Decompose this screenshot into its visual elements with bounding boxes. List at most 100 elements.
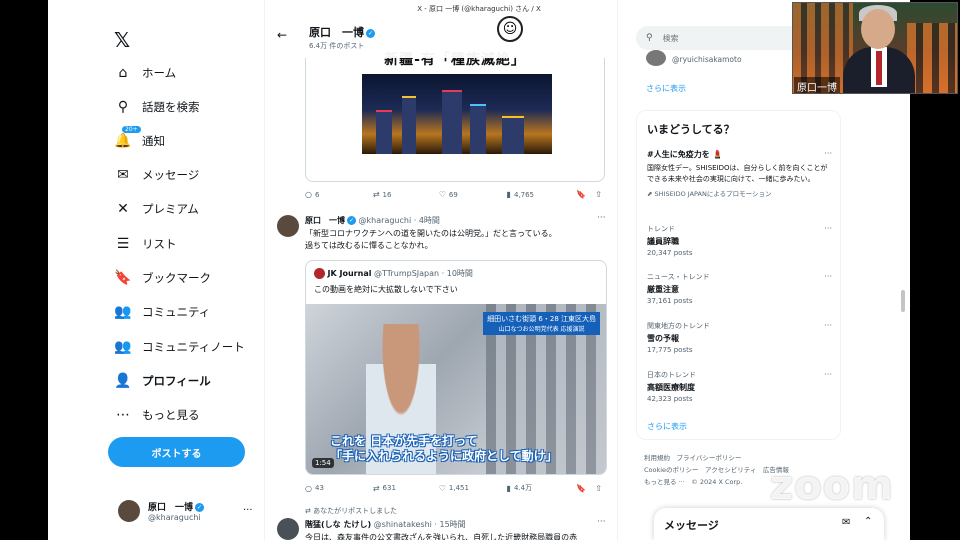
author-name[interactable]: 原口 一博 — [305, 216, 345, 225]
tweet-more-icon[interactable]: ··· — [597, 517, 606, 527]
community-icon: 👥 — [114, 304, 132, 320]
share-button[interactable]: ⇧ — [595, 190, 605, 199]
like-count: 1,451 — [448, 484, 469, 492]
nav-lists[interactable]: ☰ リスト — [114, 232, 177, 256]
bookmark-button[interactable]: 🔖 — [576, 190, 589, 199]
quoted-tweet[interactable]: JK Journal @TTrumpSJapan · 10時間 この動画を絶対に… — [305, 260, 607, 475]
heart-icon: ♡ — [438, 483, 446, 493]
trend-more-icon[interactable]: ··· — [824, 370, 832, 379]
like-button[interactable]: ♡ 1,451 — [439, 484, 507, 493]
trend-name: 高額医療制度 — [647, 383, 695, 392]
avatar[interactable] — [277, 215, 299, 237]
trend-more-icon[interactable]: ··· — [824, 321, 832, 330]
trend-more-icon[interactable]: ··· — [824, 224, 832, 233]
messages-drawer[interactable]: メッセージ ✉ ⌃ — [654, 508, 884, 540]
list-icon: ☰ — [116, 236, 130, 252]
nav-community-notes[interactable]: 👥 コミュニティノート — [114, 335, 245, 359]
show-more-link[interactable]: さらに表示 — [646, 83, 686, 94]
search-icon: ⚲ — [117, 99, 129, 115]
community-notes-icon: 👥 — [114, 339, 132, 355]
trend-name: 雪の予報 — [647, 334, 679, 343]
search-box[interactable]: ⚲ — [636, 26, 811, 50]
suggested-user-handle[interactable]: @ryuichisakamoto — [672, 55, 742, 64]
avatar — [314, 268, 325, 279]
nav-profile[interactable]: 👤 プロフィール — [114, 369, 211, 393]
views-button[interactable]: ▮ 4.4万 — [507, 483, 577, 493]
profile-name: 原口 一博 — [309, 26, 364, 39]
city-night-photo — [362, 74, 552, 154]
browser-window: X - 原口 一博 (@kharaguchi) さん / X 𝕏 ⌂ ホーム ⚲… — [48, 0, 910, 540]
tweet-header: 階猛(しな たけし) @shinatakeshi · 15時間 — [305, 519, 466, 530]
messages-title: メッセージ — [664, 519, 719, 532]
home-icon: ⌂ — [118, 65, 128, 81]
tweet-more-icon[interactable]: ··· — [597, 213, 606, 223]
expand-up-icon[interactable]: ⌃ — [864, 516, 872, 527]
trend-more-icon[interactable]: ··· — [824, 149, 832, 158]
tweet-header: 原口 一博 ✓ @kharaguchi · 4時間 — [305, 215, 440, 226]
promoted-icon: ⬈ — [647, 190, 655, 198]
views-button[interactable]: ▮ 4,765 — [507, 190, 577, 199]
nav-explore[interactable]: ⚲ 話題を検索 — [114, 95, 200, 119]
more-icon: ⋯ — [116, 407, 130, 423]
reply-button[interactable]: ○ 43 — [305, 484, 373, 493]
tweet-image[interactable]: 新疆-有「種族滅絶」 — [305, 42, 605, 182]
nav-bookmarks-label: ブックマーク — [142, 271, 211, 285]
nav-messages-label: メッセージ — [142, 168, 200, 182]
nav-profile-label: プロフィール — [142, 374, 211, 388]
repost-button[interactable]: ⇄ 16 — [373, 190, 439, 199]
like-count: 69 — [448, 190, 458, 199]
nav-premium[interactable]: ✕ プレミアム — [114, 197, 199, 221]
search-input[interactable] — [662, 33, 783, 43]
account-switcher[interactable]: 原口 一博 ✓ @kharaguchi — [118, 500, 205, 522]
promoted-trend[interactable]: #人生に免疫力を 💄 国際女性デー。SHISEIDOは、自分らしく前を向くことが… — [647, 149, 832, 198]
tweet-time[interactable]: · 4時間 — [414, 216, 440, 225]
video-player[interactable]: 細田いさむ街頭 6・28 江東区大島 山口なつお公明党代表 応援演説 これを 日… — [306, 304, 606, 474]
nav-home[interactable]: ⌂ ホーム — [114, 61, 177, 85]
author-name[interactable]: 階猛(しな たけし) — [305, 520, 371, 529]
show-more-link[interactable]: さらに表示 — [647, 421, 687, 432]
trend-item[interactable]: 関東地方のトレンド 雪の予報 17,775 posts ··· — [647, 321, 832, 354]
trend-context: トレンド — [647, 225, 675, 233]
x-logo-icon[interactable]: 𝕏 — [114, 28, 130, 52]
video-duration: 1:54 — [312, 458, 334, 468]
trend-item[interactable]: 日本のトレンド 高額医療制度 42,323 posts ··· — [647, 370, 832, 403]
tweet-text: 今日は、森友事件の公文書改ざんを強いられ、自死した近畿財務局職員の赤 — [305, 533, 578, 540]
trend-item[interactable]: ニュース・トレンド 厳重注意 37,161 posts ··· — [647, 272, 832, 305]
reply-button[interactable]: ○ 6 — [305, 190, 373, 199]
share-button[interactable]: ⇧ — [595, 484, 605, 493]
share-icon: ⇧ — [595, 190, 602, 199]
nav-messages[interactable]: ✉ メッセージ — [114, 163, 199, 187]
webcam-name-label: 原口一博 — [794, 77, 840, 93]
like-button[interactable]: ♡ 69 — [439, 190, 507, 199]
trend-item[interactable]: トレンド 議員辞職 20,347 posts ··· — [647, 224, 832, 257]
video-banner: 細田いさむ街頭 6・28 江東区大島 山口なつお公明党代表 応援演説 — [483, 312, 600, 335]
bookmark-button[interactable]: 🔖 — [576, 484, 589, 493]
verified-badge-icon: ✓ — [347, 216, 356, 225]
video-caption: これを 日本が先手を打って 「手に入れられるように政府として動け」 — [330, 434, 558, 463]
repost-icon: ⇄ — [305, 507, 314, 515]
trend-name: 議員辞職 — [647, 237, 679, 246]
nav-bookmarks[interactable]: 🔖 ブックマーク — [114, 266, 211, 290]
nav-communities[interactable]: 👥 コミュニティ — [114, 300, 210, 324]
nav-explore-label: 話題を検索 — [142, 100, 200, 114]
nav-more[interactable]: ⋯ もっと見る — [114, 403, 200, 427]
tweet-time[interactable]: · 15時間 — [434, 520, 465, 529]
back-arrow-icon[interactable]: ← — [277, 28, 287, 42]
nav-notifications-label: 通知 — [142, 134, 165, 148]
avatar[interactable] — [277, 518, 299, 540]
search-icon: ⚲ — [646, 33, 653, 43]
post-button[interactable]: ポストする — [108, 437, 245, 467]
new-message-icon[interactable]: ✉ — [842, 517, 850, 528]
account-name: 原口 一博 — [148, 503, 194, 513]
avatar[interactable] — [646, 50, 666, 66]
verified-badge-icon: ✓ — [195, 503, 205, 512]
tweet-text: 「新型コロナワクチンへの道を開いたのは公明党。」だと言っている。 過ちては改むる… — [305, 229, 557, 250]
repost-button[interactable]: ⇄ 631 — [373, 484, 439, 493]
trend-more-icon[interactable]: ··· — [824, 272, 832, 281]
verified-badge-icon: ✓ — [366, 28, 375, 38]
author-handle: @shinatakeshi — [373, 520, 432, 529]
account-more-icon[interactable]: ··· — [243, 505, 253, 516]
share-icon: ⇧ — [595, 483, 602, 493]
nav-notifications[interactable]: 🔔 20+ 通知 — [114, 126, 165, 153]
scrollbar[interactable] — [901, 290, 905, 312]
